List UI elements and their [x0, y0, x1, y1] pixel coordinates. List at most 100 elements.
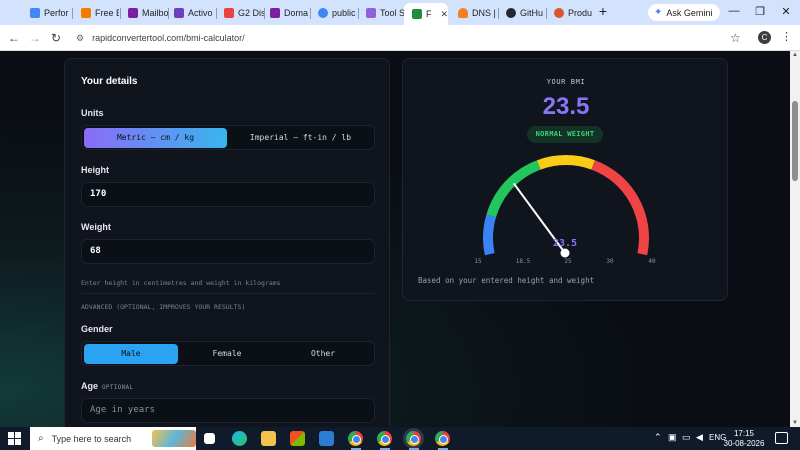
chrome-icon[interactable]	[348, 431, 363, 446]
bmi-label: YOUR BMI	[546, 78, 586, 86]
gauge-zone-arc	[591, 160, 649, 256]
tab-5[interactable]: G2 Dis	[216, 3, 264, 23]
tab-7[interactable]: public	[310, 3, 358, 23]
tab-title: GitHu	[520, 8, 544, 18]
gender-male-button[interactable]: Male	[84, 344, 178, 364]
gender-label: Gender	[81, 324, 113, 334]
notification-icon[interactable]	[775, 432, 788, 444]
address-toolbar: ← → ↻ ⚙ rapidconvertertool.com/bmi-calcu…	[0, 25, 800, 51]
gender-female-button[interactable]: Female	[180, 344, 274, 364]
tab-favicon-icon	[270, 8, 280, 18]
back-arrow-icon[interactable]: ←	[7, 31, 21, 45]
weight-input[interactable]: 68	[81, 239, 375, 264]
gauge-needle-hub	[560, 248, 570, 258]
tab-title: Fr	[426, 9, 432, 19]
page-content: Your details Units Metric — cm / kg Impe…	[0, 51, 800, 427]
tab-strip: Perfor Free B Mailbo Activo G2 Dis Doma …	[0, 0, 800, 25]
units-imperial-button[interactable]: Imperial — ft-in / lb	[229, 128, 372, 148]
gauge-tick-label: 40	[648, 258, 656, 265]
restore-button[interactable]: ❐	[753, 5, 767, 18]
tab-favicon-icon	[81, 8, 91, 18]
url-text: rapidconvertertool.com/bmi-calculator/	[92, 33, 245, 43]
bookmark-star-icon[interactable]: ☆	[730, 31, 741, 45]
age-input[interactable]: Age in years	[81, 398, 375, 423]
tab-title: Perfor	[44, 8, 69, 18]
close-tab-icon[interactable]: ✕	[440, 9, 448, 20]
gender-other-button[interactable]: Other	[276, 344, 370, 364]
tab-8[interactable]: Tool S	[358, 3, 404, 23]
site-info-icon[interactable]: ⚙	[76, 33, 84, 44]
tab-title: Tool S	[380, 8, 404, 18]
units-metric-button[interactable]: Metric — cm / kg	[84, 128, 227, 148]
new-tab-button[interactable]: +	[596, 4, 610, 19]
tab-4[interactable]: Activo	[166, 3, 216, 23]
minimize-button[interactable]: —	[727, 5, 741, 17]
gauge-tick-label: 15	[474, 258, 482, 265]
windows-taskbar: ⌕ Type here to search ⌃ ▣ ▭ ◀ ENG 17:15 …	[0, 427, 800, 450]
tab-favicon-icon	[128, 8, 138, 18]
tab-title: Free B	[95, 8, 119, 18]
search-icon: ⌕	[38, 433, 44, 444]
address-bar[interactable]: ⚙ rapidconvertertool.com/bmi-calculator/	[70, 28, 750, 48]
tab-title: Mailbo	[142, 8, 168, 18]
tab-favicon-icon	[412, 9, 422, 19]
gemini-spark-icon: ✦	[654, 7, 663, 18]
advanced-heading: ADVANCED (OPTIONAL, IMPROVES YOUR RESULT…	[81, 303, 246, 311]
tab-1[interactable]: Perfor	[22, 3, 70, 23]
tab-bmi-active[interactable]: Fr ✕	[404, 3, 448, 25]
taskbar-search-placeholder: Type here to search	[51, 433, 132, 444]
clock-date: 30-08-2026	[723, 439, 765, 448]
tab-10[interactable]: DNS |	[450, 3, 498, 23]
tray-chevron-icon[interactable]: ⌃	[654, 432, 662, 443]
file-explorer-icon[interactable]	[261, 431, 276, 446]
bmi-gauge: 15 18.5 25 30 40 23.5	[474, 155, 656, 265]
gauge-value-label: 23.5	[553, 238, 577, 249]
tab-title: DNS |	[472, 8, 496, 18]
height-input[interactable]: 170	[81, 182, 375, 207]
bmi-category-badge: NORMAL WEIGHT	[527, 126, 603, 143]
scroll-up-icon[interactable]: ▲	[791, 52, 799, 58]
ask-gemini-button[interactable]: ✦ Ask Gemini	[648, 4, 721, 21]
tab-title: Activo	[188, 8, 213, 18]
tab-favicon-icon	[366, 8, 376, 18]
mail-icon[interactable]	[319, 431, 334, 446]
bmi-value: 23.5	[542, 93, 590, 120]
volume-icon[interactable]: ◀	[696, 432, 703, 443]
tab-12[interactable]: Produ	[546, 3, 592, 23]
scroll-down-icon[interactable]: ▼	[791, 420, 799, 426]
tab-3[interactable]: Mailbo	[120, 3, 168, 23]
reload-icon[interactable]: ↻	[49, 31, 63, 45]
tab-11[interactable]: GitHu	[498, 3, 546, 23]
menu-kebab-icon[interactable]: ⋮	[781, 30, 792, 44]
tab-title: Produ	[568, 8, 592, 18]
chrome-icon[interactable]	[435, 431, 450, 446]
chrome-icon[interactable]	[377, 431, 392, 446]
tab-2[interactable]: Free B	[73, 3, 119, 23]
tab-favicon-icon	[554, 8, 564, 18]
tab-title: Doma	[284, 8, 308, 18]
store-icon[interactable]	[290, 431, 305, 446]
battery-icon[interactable]: ▭	[682, 432, 691, 443]
edge-browser-icon[interactable]	[232, 431, 247, 446]
units-hint: Enter height in centimetres and weight i…	[81, 279, 281, 287]
units-toggle: Metric — cm / kg Imperial — ft-in / lb	[81, 125, 375, 150]
tab-title: G2 Dis	[238, 8, 264, 18]
taskbar-clock[interactable]: 17:15 30-08-2026	[722, 429, 766, 449]
taskbar-search-box[interactable]: ⌕ Type here to search	[30, 427, 196, 450]
chrome-icon[interactable]	[406, 431, 421, 446]
page-scrollbar[interactable]: ▲ ▼	[790, 51, 800, 427]
profile-avatar[interactable]: C	[758, 31, 771, 44]
gauge-tick-label: 30	[606, 258, 614, 265]
gauge-tick-label: 25	[564, 258, 572, 265]
tab-favicon-icon	[506, 8, 516, 18]
tray-app-icon[interactable]: ▣	[668, 432, 677, 443]
close-window-button[interactable]: ✕	[779, 5, 793, 18]
task-view-icon[interactable]	[204, 433, 215, 444]
scrollbar-thumb[interactable]	[792, 101, 798, 181]
advanced-divider	[81, 293, 375, 294]
windows-start-icon[interactable]	[8, 432, 21, 445]
forward-arrow-icon[interactable]: →	[28, 31, 42, 45]
tab-6[interactable]: Doma	[262, 3, 308, 23]
details-card: Your details Units Metric — cm / kg Impe…	[64, 58, 390, 427]
units-label: Units	[81, 108, 104, 118]
